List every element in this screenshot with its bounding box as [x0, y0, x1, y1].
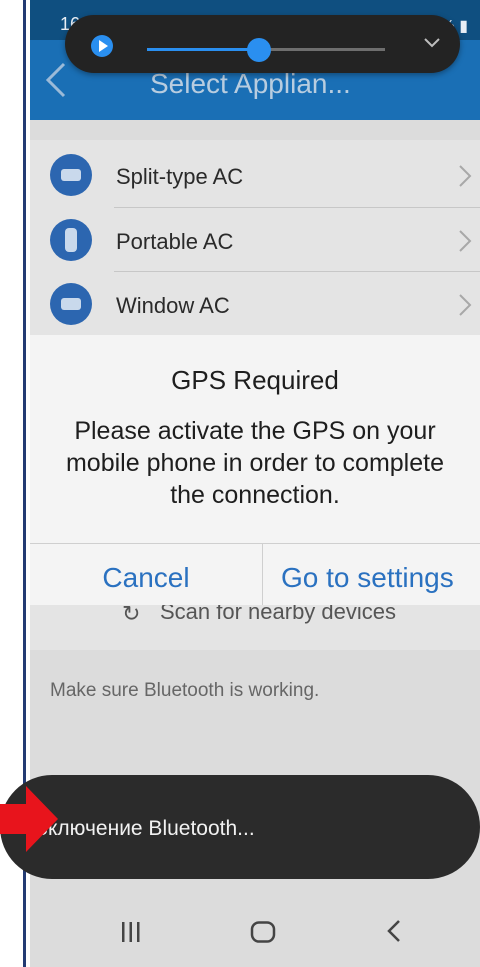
- list-item-label: Portable AC: [116, 229, 234, 254]
- chevron-down-icon[interactable]: [423, 37, 441, 49]
- home-icon[interactable]: [250, 921, 276, 943]
- list-item-window-ac[interactable]: Window AC: [30, 271, 480, 335]
- dialog-title: GPS Required: [171, 365, 339, 395]
- chevron-right-icon: [459, 165, 472, 187]
- annotation-arrow-icon: [0, 786, 58, 852]
- dialog-message: Please activate the GPS on your mobile p…: [65, 417, 444, 509]
- media-progress-fill: [147, 48, 259, 51]
- appliance-list: Split-type AC Portable AC Window AC: [30, 140, 480, 335]
- toast-text: Включение Bluetooth...: [34, 817, 255, 840]
- bluetooth-hint: Make sure Bluetooth is working.: [50, 680, 320, 701]
- play-icon[interactable]: [91, 35, 113, 57]
- go-to-settings-button[interactable]: Go to settings: [263, 543, 480, 605]
- chevron-right-icon: [459, 294, 472, 316]
- media-progress-slider[interactable]: [147, 38, 385, 62]
- list-item-portable-ac[interactable]: Portable AC: [30, 207, 480, 271]
- media-player-pill[interactable]: [65, 15, 460, 73]
- split-ac-icon: [50, 154, 92, 196]
- portable-ac-icon: [50, 219, 92, 261]
- cancel-button[interactable]: Cancel: [30, 543, 262, 605]
- back-arrow-icon[interactable]: [40, 60, 74, 100]
- chevron-right-icon: [459, 230, 472, 252]
- navigation-bar: [30, 895, 480, 967]
- list-item-label: Window AC: [116, 293, 230, 318]
- list-item-split-ac[interactable]: Split-type AC: [30, 142, 480, 206]
- back-icon[interactable]: [385, 919, 403, 943]
- gps-dialog: GPS Required Please activate the GPS on …: [30, 335, 480, 605]
- list-item-label: Split-type AC: [116, 164, 244, 189]
- media-progress-thumb[interactable]: [246, 38, 271, 62]
- recents-icon[interactable]: [118, 921, 144, 943]
- window-ac-icon: [50, 283, 92, 325]
- toast-message: Включение Bluetooth...: [0, 775, 480, 879]
